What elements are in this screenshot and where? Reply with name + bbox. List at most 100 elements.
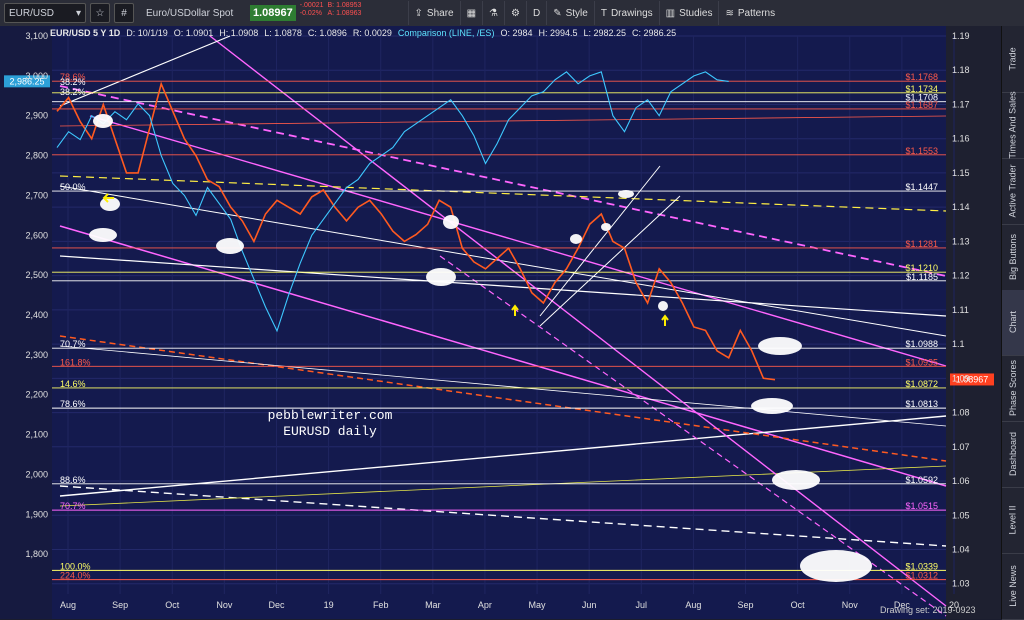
price-tag: $1.1447 <box>905 182 938 192</box>
right-axis-tick: 1.07 <box>952 442 970 452</box>
side-tab-dashboard[interactable]: Dashboard <box>1002 421 1024 489</box>
price-chart[interactable]: $1.1768$1.1734$1.1708$1.1687$1.1553$1.14… <box>0 26 1002 619</box>
side-tab-active-trader[interactable]: Active Trader <box>1002 158 1024 225</box>
price-tag: $1.0312 <box>905 571 938 581</box>
studies-button[interactable]: ▥ Studies <box>658 1 719 25</box>
price-tag: $1.1687 <box>905 100 938 110</box>
annotation-oval <box>601 223 611 231</box>
side-tab-times-and-sales[interactable]: Times And Sales <box>1002 91 1024 159</box>
left-axis-tick: 2,000 <box>25 469 48 479</box>
side-tab-label: Phase Scores <box>1008 360 1018 417</box>
cmp-low: L: 2982.25 <box>583 27 627 38</box>
side-tab-level-ii[interactable]: Level II <box>1002 487 1024 555</box>
annotation-oval <box>772 470 820 490</box>
patterns-button[interactable]: ≋ Patterns <box>718 1 781 25</box>
x-axis-tick: Feb <box>373 600 389 610</box>
settings-button[interactable]: ⚙ <box>504 1 526 25</box>
price-tag: $1.0988 <box>905 339 938 349</box>
price-tag: $1.0813 <box>905 399 938 409</box>
right-axis-tick: 1.04 <box>952 544 970 554</box>
price-tag: $1.0515 <box>905 501 938 511</box>
side-tab-big-buttons[interactable]: Big Buttons <box>1002 224 1024 291</box>
flask-button[interactable]: ⚗ <box>482 1 504 25</box>
right-axis-tick: 1.14 <box>952 202 970 212</box>
hash-icon[interactable]: # <box>114 3 134 23</box>
right-axis-tick: 1.17 <box>952 99 970 109</box>
grid-icon: ▦ <box>466 7 477 19</box>
watermark-line-1: pebblewriter.com <box>268 408 393 423</box>
star-icon[interactable]: ☆ <box>90 3 110 23</box>
drawings-button[interactable]: T Drawings <box>593 1 659 25</box>
price-tag: $1.0935 <box>905 357 938 367</box>
x-axis-tick: Jul <box>636 600 648 610</box>
share-label: Share <box>426 7 454 19</box>
patterns-icon: ≋ <box>725 7 734 19</box>
side-tab-live-news[interactable]: Live News <box>1002 553 1024 620</box>
fib-label: 88.6% <box>60 475 86 485</box>
chart-background <box>0 26 1002 619</box>
x-axis-tick: Dec <box>268 600 285 610</box>
annotation-oval <box>100 197 120 211</box>
left-axis-tick: 2,200 <box>25 390 48 400</box>
chevron-down-icon: ▾ <box>75 7 81 19</box>
style-button[interactable]: ✎ Style <box>546 1 594 25</box>
toolbar: EUR/USD ▾ ☆ # Euro/USDollar Spot 1.08967… <box>0 0 1024 27</box>
annotation-oval <box>89 228 117 242</box>
drawing-set-label: Drawing set: 2019-0923 <box>880 605 976 615</box>
gear-icon: ⚙ <box>511 7 520 19</box>
x-axis-tick: May <box>529 600 547 610</box>
symbol-selector[interactable]: EUR/USD ▾ <box>4 3 86 23</box>
bid-ask: B: 1.08953 A: 1.08963 <box>328 2 388 24</box>
fib-label: 70.7% <box>60 339 86 349</box>
grid-button[interactable]: ▦ <box>459 1 482 25</box>
x-axis-tick: Nov <box>842 600 859 610</box>
fib-label: 14.6% <box>60 379 86 389</box>
paint-icon: ✎ <box>553 7 562 19</box>
info-close: C: 1.0896 <box>307 27 347 38</box>
x-axis-tick: Mar <box>425 600 441 610</box>
side-tab-label: Active Trader <box>1008 164 1018 218</box>
price-tag: $1.1185 <box>906 272 938 282</box>
style-label: Style <box>565 7 588 19</box>
info-high: H: 1.0908 <box>219 27 259 38</box>
side-tab-label: Times And Sales <box>1008 91 1019 159</box>
left-axis-tick: 2,800 <box>25 151 48 161</box>
price-tag: $1.1768 <box>905 72 938 82</box>
left-axis-tick: 2,900 <box>25 111 48 121</box>
right-axis-tick: 1.1 <box>952 339 965 349</box>
cmp-close: C: 2986.25 <box>632 27 677 38</box>
info-low: L: 1.0878 <box>264 27 302 38</box>
period-button[interactable]: D <box>525 1 546 25</box>
bid-value: B: 1.08953 <box>327 2 362 9</box>
fib-label: 38.2% <box>60 87 86 97</box>
right-axis-tick: 1.11 <box>952 305 969 315</box>
fib-label: 38.2% <box>60 77 86 87</box>
left-axis-tick: 2,100 <box>25 430 48 440</box>
annotation-oval <box>758 337 802 355</box>
price-tag: $1.1553 <box>905 146 938 156</box>
side-tab-chart[interactable]: Chart <box>1002 289 1024 357</box>
last-price: 1.08967 <box>250 5 296 21</box>
share-button[interactable]: ⇪ Share <box>407 1 460 25</box>
side-tab-phase-scores[interactable]: Phase Scores <box>1002 355 1024 423</box>
right-axis-tick: 1.16 <box>952 134 970 144</box>
left-axis-tick: 3,100 <box>25 31 48 41</box>
info-bar: EUR/USD 5 Y 1D D: 10/1/19 O: 1.0901 H: 1… <box>50 26 676 39</box>
side-tab-trade[interactable]: Trade <box>1002 26 1024 93</box>
side-tab-label: Live News <box>1008 565 1019 607</box>
share-icon: ⇪ <box>414 7 423 19</box>
change-value: -.00021 <box>299 2 324 9</box>
right-axis-tick: 1.15 <box>952 168 970 178</box>
annotation-oval <box>216 238 244 254</box>
left-axis-tick: 2,300 <box>25 350 48 360</box>
fib-label: 50.0% <box>60 182 86 192</box>
x-axis-tick: Oct <box>791 600 806 610</box>
x-axis-tick: Jun <box>582 600 597 610</box>
fib-label: 78.6% <box>60 399 86 409</box>
left-axis-tick: 1,800 <box>25 549 48 559</box>
right-axis-tick: 1.18 <box>952 65 970 75</box>
change-block: -.00021 -0.02% <box>300 2 324 24</box>
annotation-oval <box>618 190 634 198</box>
left-axis-tick: 2,700 <box>25 190 48 200</box>
left-axis-tick: 1,900 <box>25 509 48 519</box>
